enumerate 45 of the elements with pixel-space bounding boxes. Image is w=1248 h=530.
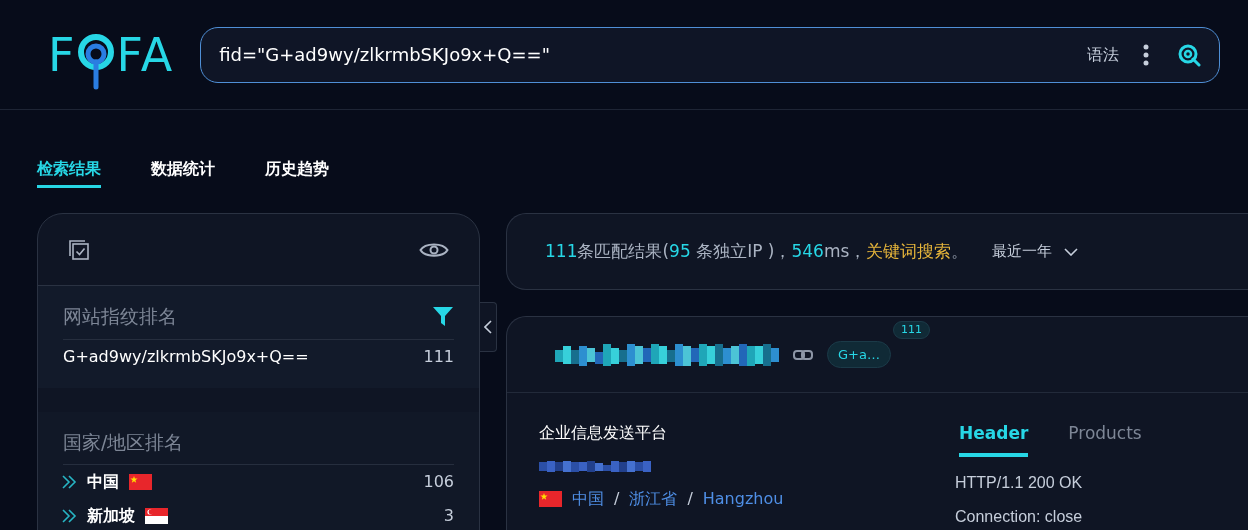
site-title: 企业信息发送平台 (539, 422, 668, 444)
flag-icon (129, 474, 152, 490)
collapse-handle[interactable] (480, 302, 497, 352)
detail-tab[interactable]: Header (959, 421, 1029, 457)
tab[interactable]: 数据统计 (151, 152, 215, 188)
ranking-row[interactable]: G+ad9wy/zlkrmbSKJo9x+Q== 111 (63, 339, 454, 374)
ranking-count: 3 (443, 505, 454, 527)
tab[interactable]: 历史趋势 (265, 152, 329, 188)
chevron-left-icon (484, 320, 492, 334)
header-line: Connection: close (955, 506, 1084, 527)
link-icon[interactable] (793, 348, 813, 361)
ranking-row[interactable]: 中国 106 (63, 465, 454, 499)
checklist-icon[interactable] (68, 238, 90, 261)
ranking-label: G+ad9wy/zlkrmbSKJo9x+Q== (63, 345, 309, 368)
ranking-count: 106 (423, 471, 454, 493)
syntax-button[interactable]: 语法 (1087, 42, 1119, 67)
section-title: 国家/地区排名 (63, 429, 184, 455)
location-link[interactable]: 中国 (572, 487, 604, 511)
flag-icon (539, 491, 562, 507)
section-title: 网站指纹排名 (63, 304, 177, 329)
detail-tab[interactable]: Products (1068, 421, 1142, 457)
double-chevron-icon (61, 474, 77, 490)
ranking-label: 中国 (87, 471, 119, 493)
summary-text: 111条匹配结果(95 条独立IP )，546ms，关键词搜索。 (545, 239, 969, 263)
more-icon[interactable] (1143, 43, 1149, 66)
search-icon[interactable] (1177, 42, 1201, 67)
header-line: HTTP/1.1 200 OK (955, 472, 1084, 493)
time-range-dropdown[interactable]: 最近一年 (992, 240, 1079, 263)
location-link[interactable]: Hangzhou (702, 487, 784, 511)
count-badge: 111 (893, 320, 930, 340)
search-field[interactable]: fid="G+ad9wy/zlkrmbSKJo9x+Q==" 语法 (200, 26, 1220, 83)
logo[interactable]: F FA (48, 18, 175, 91)
chevron-down-icon (1064, 247, 1079, 256)
double-chevron-icon (61, 508, 77, 524)
ranking-row[interactable]: 新加坡 3 (63, 499, 454, 530)
path-separator: / (614, 488, 620, 510)
tab[interactable]: 检索结果 (37, 152, 101, 188)
ranking-label: 新加坡 (87, 505, 135, 527)
filter-icon[interactable] (432, 305, 454, 328)
flag-icon (145, 508, 168, 524)
location-link[interactable]: 浙江省 (629, 487, 678, 511)
ranking-count: 111 (423, 345, 454, 368)
magnifier-icon (76, 32, 117, 91)
fingerprint-tag[interactable]: G+a… (827, 340, 891, 369)
path-separator: / (687, 488, 693, 510)
